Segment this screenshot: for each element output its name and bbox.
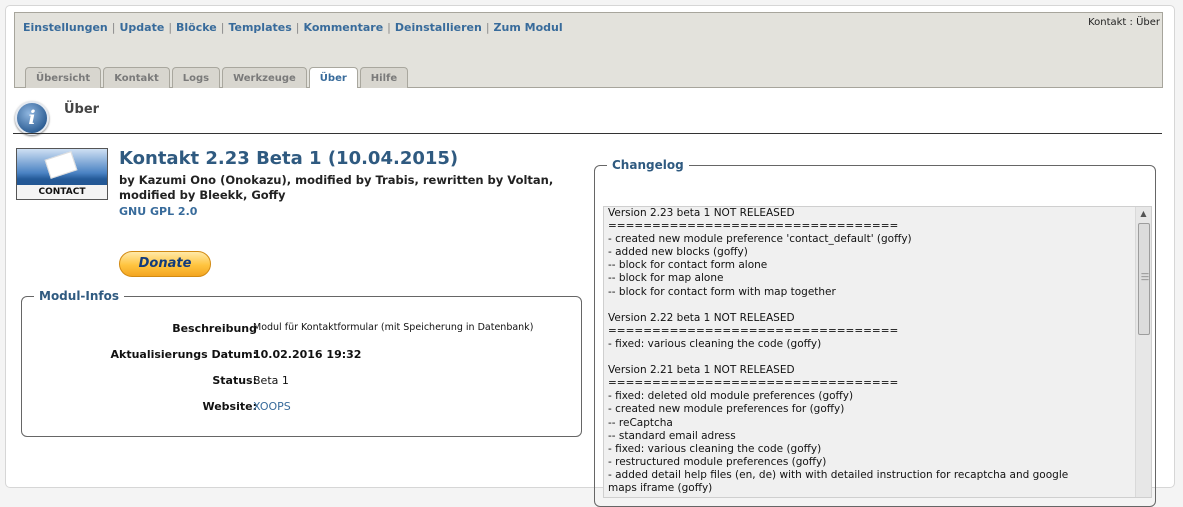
- info-row-status: Status: Beta 1: [22, 374, 577, 390]
- menu-einstellungen[interactable]: Einstellungen: [23, 21, 108, 34]
- tab-kontakt[interactable]: Kontakt: [103, 67, 170, 88]
- tab-logs[interactable]: Logs: [171, 67, 221, 88]
- changelog-scrollbar[interactable]: ▲ — — —: [1135, 207, 1151, 497]
- changelog-text: Version 2.23 beta 1 NOT RELEASED =======…: [608, 207, 1069, 494]
- menu-update[interactable]: Update: [119, 21, 164, 34]
- donate-button[interactable]: Donate: [119, 251, 211, 277]
- grip-icon: — — —: [1141, 269, 1149, 284]
- title-divider: [13, 133, 1162, 134]
- tab-uebersicht[interactable]: Übersicht: [25, 67, 102, 88]
- changelog-legend: Changelog: [607, 158, 689, 172]
- tab-werkzeuge[interactable]: Werkzeuge: [222, 67, 307, 88]
- website-link[interactable]: XOOPS: [253, 400, 291, 413]
- info-label: Beschreibung: [172, 322, 257, 335]
- tab-ueber[interactable]: Über: [308, 67, 358, 88]
- module-authors: by Kazumi Ono (Onokazu), modified by Tra…: [119, 173, 554, 202]
- menu-deinstallieren[interactable]: Deinstallieren: [395, 21, 482, 34]
- license-link[interactable]: GNU GPL 2.0: [119, 205, 197, 218]
- info-row-beschreibung: Beschreibung Modul für Kontaktformular (…: [22, 322, 577, 338]
- changelog-textarea[interactable]: Version 2.23 beta 1 NOT RELEASED =======…: [603, 206, 1152, 498]
- breadcrumb: Kontakt : Über: [1088, 17, 1160, 28]
- logo-label: CONTACT: [17, 185, 107, 199]
- info-label: Status:: [212, 374, 257, 387]
- module-title: Kontakt 2.23 Beta 1 (10.04.2015): [119, 148, 459, 169]
- modul-infos-fieldset: Modul-Infos Beschreibung Modul für Konta…: [21, 289, 582, 437]
- info-value: 10.02.2016 19:32: [253, 348, 362, 361]
- modul-infos-legend: Modul-Infos: [34, 289, 125, 303]
- info-icon: i: [15, 101, 49, 135]
- scroll-up-arrow-icon[interactable]: ▲: [1136, 209, 1151, 218]
- info-row-datum: Aktualisierungs Datum: 10.02.2016 19:32: [22, 348, 577, 364]
- changelog-fieldset: Changelog Version 2.23 beta 1 NOT RELEAS…: [594, 158, 1156, 507]
- contact-module-logo: CONTACT: [16, 148, 108, 200]
- menu-zum-modul[interactable]: Zum Modul: [494, 21, 563, 34]
- info-label: Aktualisierungs Datum:: [110, 348, 257, 361]
- module-admin-header: Einstellungen | Update | Blöcke | Templates | Ko…: [14, 12, 1163, 88]
- menu-bloecke[interactable]: Blöcke: [176, 21, 217, 34]
- envelope-icon: [44, 151, 78, 179]
- info-row-website: Website: XOOPS: [22, 400, 577, 416]
- tab-hilfe[interactable]: Hilfe: [359, 67, 409, 88]
- menu-kommentare[interactable]: Kommentare: [304, 21, 384, 34]
- info-value: Modul für Kontaktformular (mit Speicheru…: [253, 322, 534, 333]
- menu-templates[interactable]: Templates: [228, 21, 291, 34]
- scroll-thumb[interactable]: — — —: [1138, 223, 1150, 335]
- page-title: Über: [64, 102, 100, 117]
- module-admin-menu: Einstellungen | Update | Blöcke | Templates | Ko…: [23, 21, 563, 34]
- info-label: Website:: [202, 400, 257, 413]
- info-value: Beta 1: [253, 374, 289, 387]
- tab-bar: Übersicht Kontakt Logs Werkzeuge Über Hi…: [25, 67, 409, 88]
